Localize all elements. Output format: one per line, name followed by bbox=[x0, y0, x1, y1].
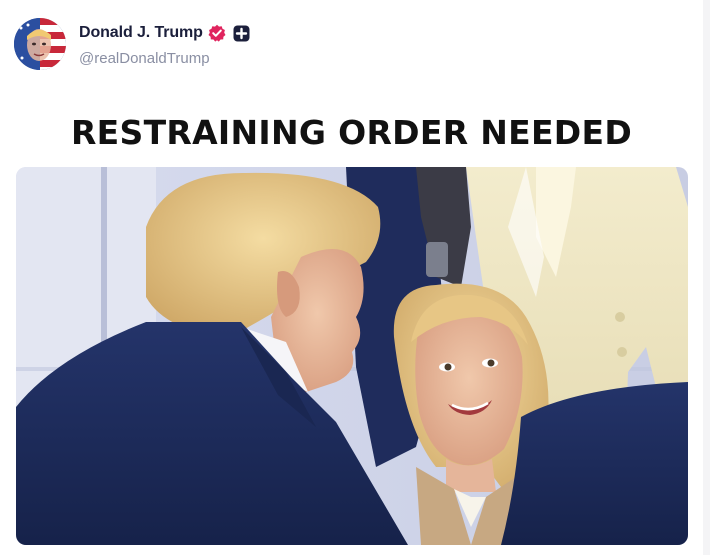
truth-plus-icon[interactable] bbox=[233, 25, 250, 42]
post-card: Donald J. Trump @realDonaldTrump RESTRAI… bbox=[0, 0, 710, 555]
author-display-name[interactable]: Donald J. Trump bbox=[79, 24, 203, 42]
post-headline: RESTRAINING ORDER NEEDED bbox=[70, 113, 633, 152]
post-photo[interactable] bbox=[16, 167, 688, 545]
name-row: Donald J. Trump bbox=[79, 23, 250, 43]
author-handle[interactable]: @realDonaldTrump bbox=[79, 50, 250, 67]
scrollbar-track[interactable] bbox=[703, 0, 710, 555]
author-info: Donald J. Trump @realDonaldTrump bbox=[79, 18, 250, 67]
photo-image bbox=[16, 167, 688, 545]
verified-badge-icon bbox=[208, 24, 226, 42]
post-header: Donald J. Trump @realDonaldTrump bbox=[14, 18, 250, 70]
avatar[interactable] bbox=[14, 18, 66, 70]
avatar-image bbox=[14, 18, 66, 70]
